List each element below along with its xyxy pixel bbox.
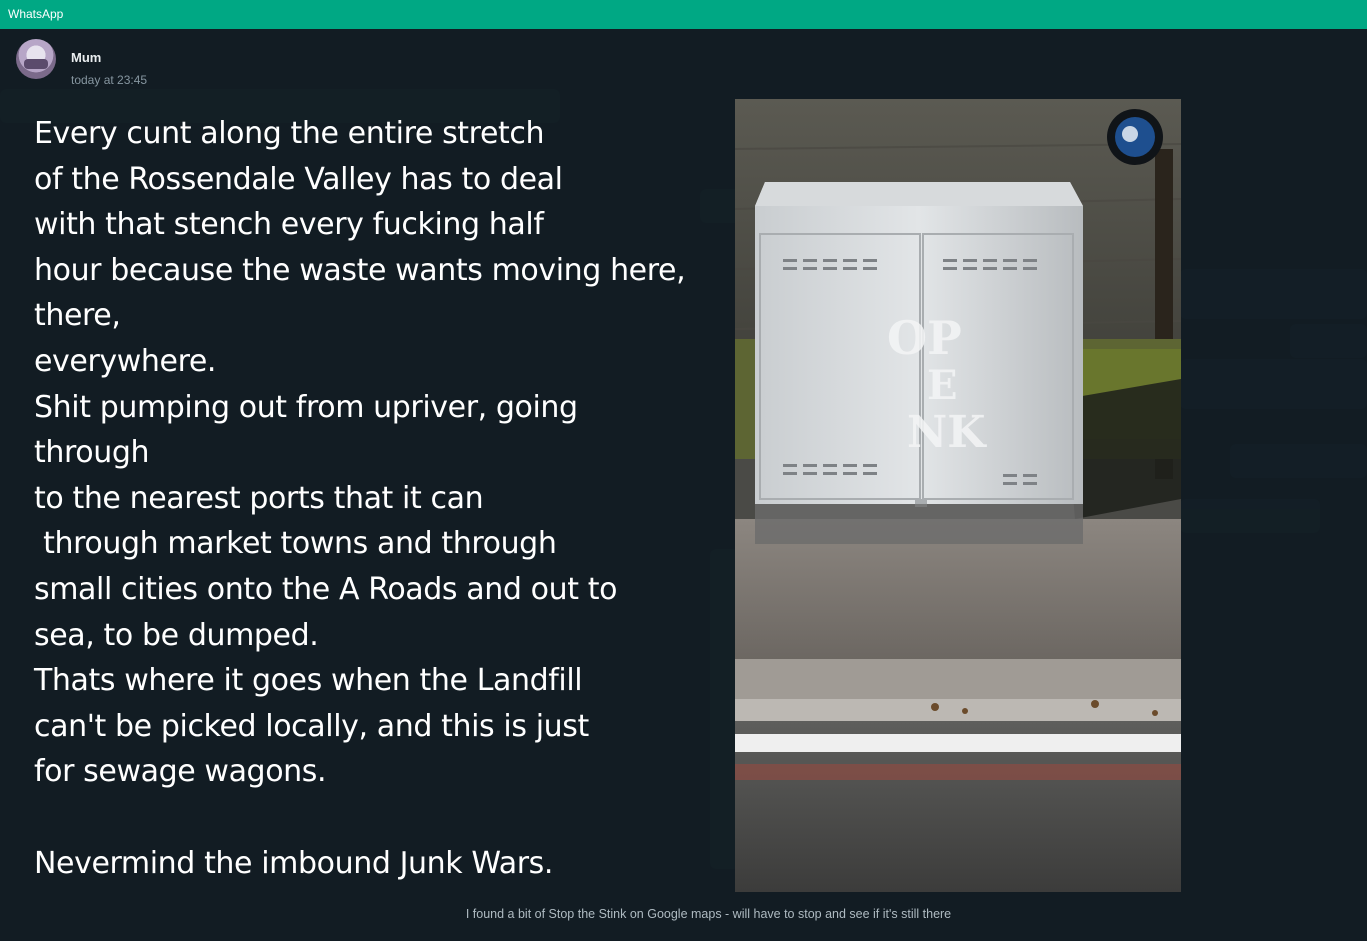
text-line bbox=[34, 795, 724, 841]
street-cabinet-photo[interactable]: OP E NK bbox=[735, 99, 1181, 892]
svg-text:OP: OP bbox=[887, 311, 962, 365]
text-line: hour because the waste wants moving here… bbox=[34, 252, 686, 288]
text-line: there, bbox=[34, 298, 121, 334]
svg-text:E: E bbox=[927, 362, 958, 409]
media-content: Every cunt along the entire stretch of th… bbox=[0, 29, 1367, 941]
text-line: small cities onto the A Roads and out to bbox=[34, 571, 618, 607]
text-line: Shit pumping out from upriver, going bbox=[34, 389, 578, 425]
media-caption: I found a bit of Stop the Stink on Googl… bbox=[465, 907, 952, 921]
text-line: through market towns and through bbox=[34, 526, 557, 562]
svg-text:NK: NK bbox=[907, 407, 987, 458]
text-line: Every cunt along the entire stretch bbox=[34, 116, 545, 151]
image-text-content: Every cunt along the entire stretch of th… bbox=[34, 111, 724, 886]
media-viewer: Mum today at 23:45 Every cunt along the … bbox=[0, 29, 1367, 941]
text-line: with that stench every fucking half bbox=[34, 207, 544, 243]
text-line: sea, to be dumped. bbox=[34, 617, 319, 653]
text-line: of the Rossendale Valley has to deal bbox=[34, 161, 563, 197]
text-line: through bbox=[34, 435, 150, 471]
text-line: everywhere. bbox=[34, 343, 217, 379]
text-line: Nevermind the imbound Junk Wars. bbox=[34, 845, 554, 881]
app-title-bar: WhatsApp bbox=[0, 0, 1367, 29]
app-title: WhatsApp bbox=[8, 7, 64, 21]
text-line: for sewage wagons. bbox=[34, 754, 327, 790]
text-line: to the nearest ports that it can bbox=[34, 480, 484, 516]
text-line: can't be picked locally, and this is jus… bbox=[34, 708, 589, 744]
text-line: Thats where it goes when the Landfill bbox=[34, 663, 583, 699]
